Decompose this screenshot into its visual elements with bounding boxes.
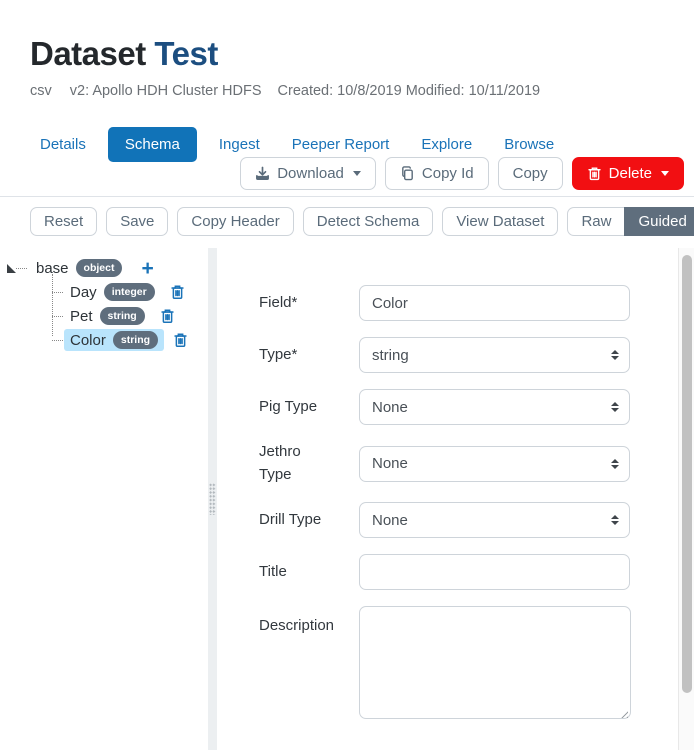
tree-expander-icon[interactable]: [7, 263, 16, 273]
chevron-down-icon: [661, 171, 669, 177]
dataset-format: csv: [30, 83, 52, 100]
vertical-scrollbar[interactable]: [678, 248, 694, 750]
field-name-input[interactable]: [359, 285, 630, 322]
panel-splitter[interactable]: [208, 248, 217, 750]
field-editor-form: Field* Type* string Pig Type None Jethro…: [217, 248, 678, 750]
drill-type-select[interactable]: None: [359, 502, 630, 539]
form-row-drill-type: Drill Type None: [259, 502, 630, 539]
tree-node-inner-selected[interactable]: Color string: [64, 329, 165, 352]
pig-type-select[interactable]: None: [359, 389, 630, 426]
jethro-type-select[interactable]: None: [359, 445, 630, 482]
tree-node-day[interactable]: Day integer: [52, 280, 208, 304]
description-textarea-wrap: [359, 606, 631, 724]
dataset-actions-row: Download Copy Id Copy Delete: [0, 157, 694, 198]
scrollbar-thumb[interactable]: [681, 255, 692, 694]
form-row-description: Description: [259, 606, 631, 724]
field-label: Field*: [259, 294, 298, 311]
schema-toolbar: Reset Save Copy Header Detect Schema Vie…: [30, 207, 694, 237]
raw-guided-toggle: Raw Guided: [567, 207, 694, 237]
form-row-title: Title: [259, 554, 630, 591]
tree-node-label: Day: [70, 283, 97, 301]
tree-root-base[interactable]: base object +: [7, 256, 208, 280]
trash-icon: [174, 333, 187, 348]
pig-type-label: Pig Type: [259, 398, 318, 415]
jethro-type-label: Jethro Type: [259, 443, 301, 483]
copy-id-button[interactable]: Copy Id: [384, 157, 489, 191]
tree-node-label: Pet: [70, 307, 93, 325]
schema-tree-panel: base object + Day integer Pet string Col…: [0, 248, 208, 750]
dataset-meta: csv v2: Apollo HDH Cluster HDFS Created:…: [30, 83, 664, 99]
copy-header-button[interactable]: Copy Header: [177, 207, 294, 237]
chevron-down-icon: [352, 171, 361, 177]
raw-toggle-button[interactable]: Raw: [567, 207, 626, 237]
form-row-jethro-type: Jethro Type None: [259, 441, 630, 486]
download-label: Download: [277, 165, 344, 183]
copy-button[interactable]: Copy: [497, 157, 563, 191]
title-label: Title: [259, 563, 287, 580]
download-icon: [256, 166, 270, 181]
tree-node-inner[interactable]: Pet string: [64, 305, 151, 327]
tree-connector: [16, 267, 27, 269]
page-title-primary: Dataset: [30, 35, 146, 72]
save-button[interactable]: Save: [106, 207, 169, 237]
tree-node-type-badge: string: [99, 307, 145, 326]
select-arrows-icon: [611, 350, 619, 361]
select-arrows-icon: [611, 458, 619, 469]
select-arrows-icon: [611, 402, 619, 413]
drill-type-select-value: None: [372, 511, 408, 529]
schema-content: base object + Day integer Pet string Col…: [0, 248, 694, 750]
tree-node-color[interactable]: Color string: [52, 328, 208, 352]
tree-node-type-badge: integer: [103, 283, 155, 302]
guided-toggle-button[interactable]: Guided: [624, 207, 694, 237]
delete-field-button[interactable]: [173, 332, 188, 348]
detect-schema-button[interactable]: Detect Schema: [302, 207, 434, 237]
copy-icon: [402, 166, 413, 181]
tree-node-pet[interactable]: Pet string: [52, 304, 208, 328]
dataset-version: v2: Apollo HDH Cluster HDFS: [69, 83, 262, 100]
page-title-secondary: Test: [154, 35, 218, 72]
tree-node-inner[interactable]: Day integer: [64, 281, 161, 303]
title-input[interactable]: [359, 554, 630, 591]
trash-icon: [161, 309, 174, 324]
trash-icon: [588, 167, 601, 181]
reset-button[interactable]: Reset: [30, 207, 98, 237]
type-select-value: string: [372, 346, 409, 364]
drill-type-label: Drill Type: [259, 511, 322, 528]
type-select[interactable]: string: [359, 337, 630, 374]
download-button[interactable]: Download: [240, 157, 376, 191]
page-title: Dataset Test: [30, 34, 664, 74]
copy-id-label: Copy Id: [421, 165, 474, 183]
type-label: Type*: [259, 346, 298, 363]
delete-button[interactable]: Delete: [571, 157, 684, 191]
tree-children: Day integer Pet string Color string: [52, 274, 208, 352]
page-header: Dataset Test csv v2: Apollo HDH Cluster …: [0, 0, 694, 99]
jethro-type-select-value: None: [372, 455, 408, 473]
copy-label: Copy: [512, 165, 548, 183]
tree-node-label: Color: [70, 331, 106, 349]
description-textarea[interactable]: [359, 606, 631, 720]
tree-root-inner[interactable]: base object: [30, 257, 128, 279]
add-field-button[interactable]: +: [141, 258, 153, 279]
description-label: Description: [259, 617, 335, 635]
form-row-type: Type* string: [259, 337, 630, 374]
form-row-pig-type: Pig Type None: [259, 389, 630, 426]
delete-field-button[interactable]: [170, 284, 185, 300]
view-dataset-button[interactable]: View Dataset: [442, 207, 559, 237]
tree-root-type-badge: object: [75, 259, 123, 278]
trash-icon: [171, 285, 184, 300]
delete-label: Delete: [608, 165, 652, 183]
form-row-field: Field*: [259, 285, 630, 322]
delete-field-button[interactable]: [160, 308, 175, 324]
splitter-grip-icon[interactable]: [209, 483, 216, 516]
dataset-dates: Created: 10/8/2019 Modified: 10/11/2019: [277, 83, 541, 100]
tree-node-type-badge: string: [112, 331, 159, 350]
pig-type-select-value: None: [372, 398, 408, 416]
select-arrows-icon: [611, 515, 619, 526]
